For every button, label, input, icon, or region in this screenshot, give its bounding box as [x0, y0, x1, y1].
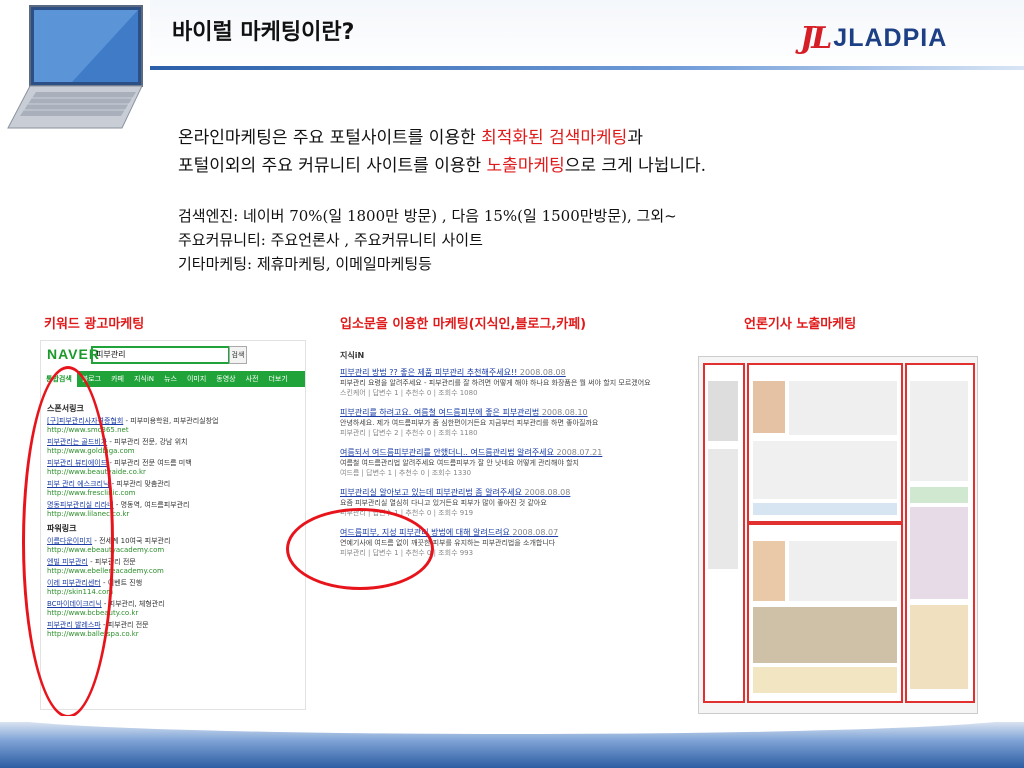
kin-item: 여름되서 여드름피부관리를 안했더니.. 여드름관리법 알려주세요 2008.0… — [340, 447, 670, 478]
kin-item: 피부관리를 하려고요. 여름철 여드름피부에 좋은 피부관리법 2008.08.… — [340, 407, 670, 438]
kin-title[interactable]: 피부관리를 하려고요. 여름철 여드름피부에 좋은 피부관리법 — [340, 408, 539, 417]
kin-title-link[interactable]: 피부관리실 알아보고 있는데 피부관리법 좀 알려주세요 2008.08.08 — [340, 487, 670, 498]
naver-search-input[interactable]: 피부관리 — [91, 346, 230, 364]
kin-header: 지식iN — [340, 351, 365, 360]
news-bottom-column — [747, 523, 903, 703]
intro-line-2: 포털이외의 주요 커뮤니티 사이트를 이용한 노출마케팅으로 크게 나뉩니다. — [178, 152, 706, 180]
details-list: 검색엔진: 네이버 70%(일 1800만 방문) , 다음 15%(일 150… — [178, 204, 677, 276]
ad-desc: - 피부미용학원, 피부관리실창업 — [125, 417, 219, 425]
ad-desc: - 피부관리, 체형관리 — [103, 600, 165, 608]
intro-line-1: 온라인마케팅은 주요 포털사이트를 이용한 최적화된 검색마케팅과 — [178, 124, 706, 152]
kin-item: 피부관리 방법 ?? 좋은 제품 피부관리 추천해주세요!! 2008.08.0… — [340, 367, 670, 398]
logo-mark: JL — [800, 20, 832, 56]
highlight-search-marketing: 최적화된 검색마케팅 — [481, 128, 628, 148]
highlight-exposure-marketing: 노출마케팅 — [486, 156, 565, 176]
kin-title-link[interactable]: 피부관리 방법 ?? 좋은 제품 피부관리 추천해주세요!! 2008.08.0… — [340, 367, 670, 378]
header-rule — [150, 66, 1024, 70]
kin-desc: 요즘 피부관리실 열심히 다니고 있거든요 피부가 많이 좋아진 것 같아요 — [340, 499, 547, 507]
ad-desc: - 피부관리 전문, 강남 위치 — [109, 438, 188, 446]
intro-text: 과 — [627, 128, 643, 148]
kin-meta: 피부관리 | 답변수 2 | 추천수 0 | 조회수 1180 — [340, 429, 478, 437]
naver-tab[interactable]: 이미지 — [182, 371, 211, 387]
kin-date: 2008.07.21 — [556, 448, 603, 457]
kin-title-link[interactable]: 피부관리를 하려고요. 여름철 여드름피부에 좋은 피부관리법 2008.08.… — [340, 407, 670, 418]
news-top-column — [747, 363, 903, 523]
ad-desc: - 피부관리 전문 여드름 미백 — [109, 459, 192, 467]
detail-search-engines: 검색엔진: 네이버 70%(일 1800만 방문) , 다음 15%(일 150… — [178, 207, 677, 225]
naver-search-button[interactable]: 검색 — [229, 346, 247, 364]
highlight-oval-kin — [286, 508, 434, 590]
kin-meta: 스킨케어 | 답변수 1 | 추천수 0 | 조회수 1080 — [340, 389, 478, 397]
naver-tab[interactable]: 지식iN — [129, 371, 159, 387]
kin-date: 2008.08.07 — [512, 528, 559, 537]
detail-communities: 주요커뮤니티: 주요언론사 , 주요커뮤니티 사이트 — [178, 231, 483, 249]
jladpia-logo: JL JLADPIA — [800, 20, 948, 56]
kin-desc: 여름철 여드름관리법 알려주세요 여드름피부가 잘 안 낫네요 어떻게 관리해야… — [340, 459, 579, 467]
naver-tab[interactable]: 동영상 — [211, 371, 240, 387]
naver-tab[interactable]: 사전 — [241, 371, 264, 387]
naver-tab[interactable]: 카페 — [106, 371, 129, 387]
intro-text: 포털이외의 주요 커뮤니티 사이트를 이용한 — [178, 156, 487, 176]
intro-text: 으로 크게 나뉩니다. — [564, 156, 707, 176]
caption-keyword-ads: 키워드 광고마케팅 — [44, 317, 145, 332]
kin-date: 2008.08.10 — [541, 408, 588, 417]
caption-word-of-mouth: 입소문을 이용한 마케팅(지식인,블로그,카페) — [340, 317, 587, 332]
kin-title[interactable]: 피부관리 방법 ?? 좋은 제품 피부관리 추천해주세요!! — [340, 368, 517, 377]
kin-title[interactable]: 여름되서 여드름피부관리를 안했더니.. 여드름관리법 알려주세요 — [340, 448, 554, 457]
kin-date: 2008.08.08 — [524, 488, 571, 497]
slide-title: 바이럴 마케팅이란? — [172, 20, 355, 45]
ad-desc: - 피부관리 맞춤관리 — [111, 480, 171, 488]
kin-title-link[interactable]: 여름되서 여드름피부관리를 안했더니.. 여드름관리법 알려주세요 2008.0… — [340, 447, 670, 458]
logo-wordmark: JLADPIA — [833, 23, 948, 52]
kin-meta: 여드름 | 답변수 1 | 추천수 0 | 조회수 1330 — [340, 469, 472, 477]
kin-date: 2008.08.08 — [519, 368, 566, 377]
intro-text: 온라인마케팅은 주요 포털사이트를 이용한 — [178, 128, 482, 148]
ad-desc: - 명동역, 여드름피부관리 — [115, 501, 190, 509]
detail-other-marketing: 기타마케팅: 제휴마케팅, 이메일마케팅등 — [178, 255, 432, 273]
kin-desc: 안녕하세요. 제가 여드름피부가 좀 심한편이거든요 지금부터 피부관리를 하면… — [340, 419, 599, 427]
caption-news-exposure: 언론기사 노출마케팅 — [744, 317, 857, 332]
laptop-icon — [7, 5, 143, 129]
naver-tab[interactable]: 더보기 — [263, 371, 292, 387]
ad-desc: - 피부관리 전문 — [102, 621, 149, 629]
intro-paragraph: 온라인마케팅은 주요 포털사이트를 이용한 최적화된 검색마케팅과 포털이외의 … — [178, 124, 706, 180]
naver-tab[interactable]: 뉴스 — [159, 371, 182, 387]
highlight-oval-ads — [22, 366, 114, 718]
kin-title[interactable]: 피부관리실 알아보고 있는데 피부관리법 좀 알려주세요 — [340, 488, 522, 497]
news-portal-screenshot — [698, 356, 978, 714]
news-left-column — [703, 363, 745, 703]
kin-desc: 피부관리 요령을 알려주세요 - 피부관리를 잘 하려면 어떻게 해야 하나요 … — [340, 379, 651, 387]
news-right-column — [905, 363, 975, 703]
